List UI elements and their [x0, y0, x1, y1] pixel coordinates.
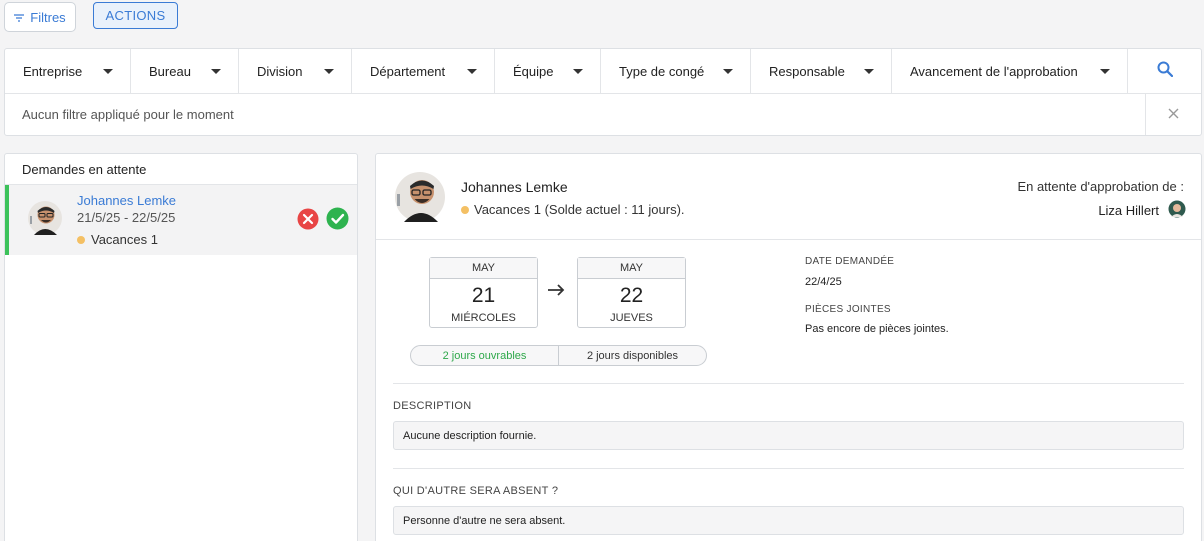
filter-avancement[interactable]: Avancement de l'approbation — [892, 49, 1128, 93]
filter-entreprise[interactable]: Entreprise — [5, 49, 131, 93]
request-leave-type: Vacances 1 — [77, 232, 158, 247]
filter-equipe[interactable]: Équipe — [495, 49, 601, 93]
caret-down-icon — [103, 68, 113, 74]
end-day: 22 — [619, 284, 644, 307]
available-days: 2 jours disponibles — [586, 349, 679, 362]
request-detail-panel: Johannes Lemke Vacances 1 (Solde actuel … — [375, 153, 1202, 541]
filter-label: Type de congé — [619, 63, 705, 79]
filter-label: Équipe — [513, 63, 554, 79]
working-days: 2 jours ouvrables — [411, 346, 559, 365]
search-icon — [1157, 61, 1173, 82]
filter-status-text: Aucun filtre appliqué pour le moment — [5, 94, 1146, 135]
leave-type-dot-icon — [461, 205, 469, 214]
caret-down-icon — [324, 68, 334, 74]
who-else-absent-value: Personne d'autre ne sera absent. — [393, 506, 1184, 535]
detail-header: Johannes Lemke Vacances 1 (Solde actuel … — [376, 154, 1201, 240]
end-weekday: JUEVES — [610, 312, 653, 324]
caret-down-icon — [723, 68, 733, 74]
date-requested-label: DATE DEMANDÉE — [805, 256, 895, 267]
detail-leave-type: Vacances 1 (Solde actuel : 11 jours). — [461, 202, 685, 217]
attachments-value: Pas encore de pièces jointes. — [805, 323, 949, 335]
caret-down-icon — [467, 68, 477, 74]
close-icon — [1168, 106, 1179, 124]
filter-departement[interactable]: Département — [352, 49, 495, 93]
filter-dropdown-row: Entreprise Bureau Division Département É… — [5, 49, 1201, 94]
start-day: 21 — [471, 284, 496, 307]
arrow-right-icon — [548, 281, 566, 302]
pending-requests-title: Demandes en attente — [5, 154, 357, 185]
approver: Liza Hillert — [1098, 200, 1186, 221]
who-else-absent-label: QUI D'AUTRE SERA ABSENT ? — [393, 485, 559, 497]
leave-type-dot-icon — [77, 235, 85, 244]
filter-label: Entreprise — [23, 63, 83, 79]
filter-label: Avancement de l'approbation — [910, 63, 1078, 79]
description-label: DESCRIPTION — [393, 400, 472, 412]
approver-name: Liza Hillert — [1098, 203, 1159, 218]
request-employee-name[interactable]: Johannes Lemke — [77, 193, 176, 208]
search-button[interactable] — [1128, 49, 1201, 93]
filter-status-row: Aucun filtre appliqué pour le moment — [5, 94, 1201, 135]
start-month: MAY — [430, 258, 537, 279]
filter-label: Responsable — [769, 63, 845, 79]
detail-employee-name: Johannes Lemke — [461, 179, 568, 195]
start-date-calendar: MAY 21 MIÉRCOLES — [429, 257, 538, 328]
filter-label: Division — [257, 63, 303, 79]
filter-label: Département — [370, 63, 446, 79]
list-item[interactable]: Johannes Lemke 21/5/25 - 22/5/25 Vacance… — [5, 185, 357, 255]
end-month: MAY — [578, 258, 685, 279]
divider — [393, 383, 1184, 384]
date-requested-value: 22/4/25 — [805, 276, 842, 288]
detail-leave-type-label: Vacances 1 (Solde actuel : 11 jours). — [474, 202, 685, 217]
filters-label: Filtres — [30, 9, 66, 25]
filter-division[interactable]: Division — [239, 49, 352, 93]
start-weekday: MIÉRCOLES — [451, 312, 516, 324]
divider — [393, 468, 1184, 469]
avatar — [394, 171, 446, 228]
filters-button[interactable]: Filtres — [4, 2, 76, 32]
filter-bar: Entreprise Bureau Division Département É… — [4, 48, 1202, 136]
days-summary: 2 jours ouvrables 2 jours disponibles — [410, 345, 707, 366]
caret-down-icon — [1100, 68, 1110, 74]
caret-down-icon — [864, 68, 874, 74]
filter-bureau[interactable]: Bureau — [131, 49, 239, 93]
approve-icon[interactable] — [326, 207, 349, 235]
caret-down-icon — [211, 68, 221, 74]
filter-responsable[interactable]: Responsable — [751, 49, 892, 93]
filter-label: Bureau — [149, 63, 191, 79]
actions-button[interactable]: ACTIONS — [93, 2, 178, 29]
request-leave-type-label: Vacances 1 — [91, 232, 158, 247]
request-dates: 21/5/25 - 22/5/25 — [77, 210, 176, 225]
awaiting-approval-label: En attente d'approbation de : — [1017, 179, 1184, 194]
filter-icon — [14, 10, 25, 25]
avatar — [1168, 200, 1186, 221]
caret-down-icon — [573, 68, 583, 74]
avatar — [27, 200, 63, 241]
filter-type-conge[interactable]: Type de congé — [601, 49, 751, 93]
clear-filters-button[interactable] — [1146, 94, 1201, 135]
end-date-calendar: MAY 22 JUEVES — [577, 257, 686, 328]
attachments-label: PIÈCES JOINTES — [805, 304, 891, 315]
pending-requests-panel: Demandes en attente Johannes Lemke 21/5/… — [4, 153, 358, 541]
reject-icon[interactable] — [297, 208, 319, 235]
description-value: Aucune description fournie. — [393, 421, 1184, 450]
